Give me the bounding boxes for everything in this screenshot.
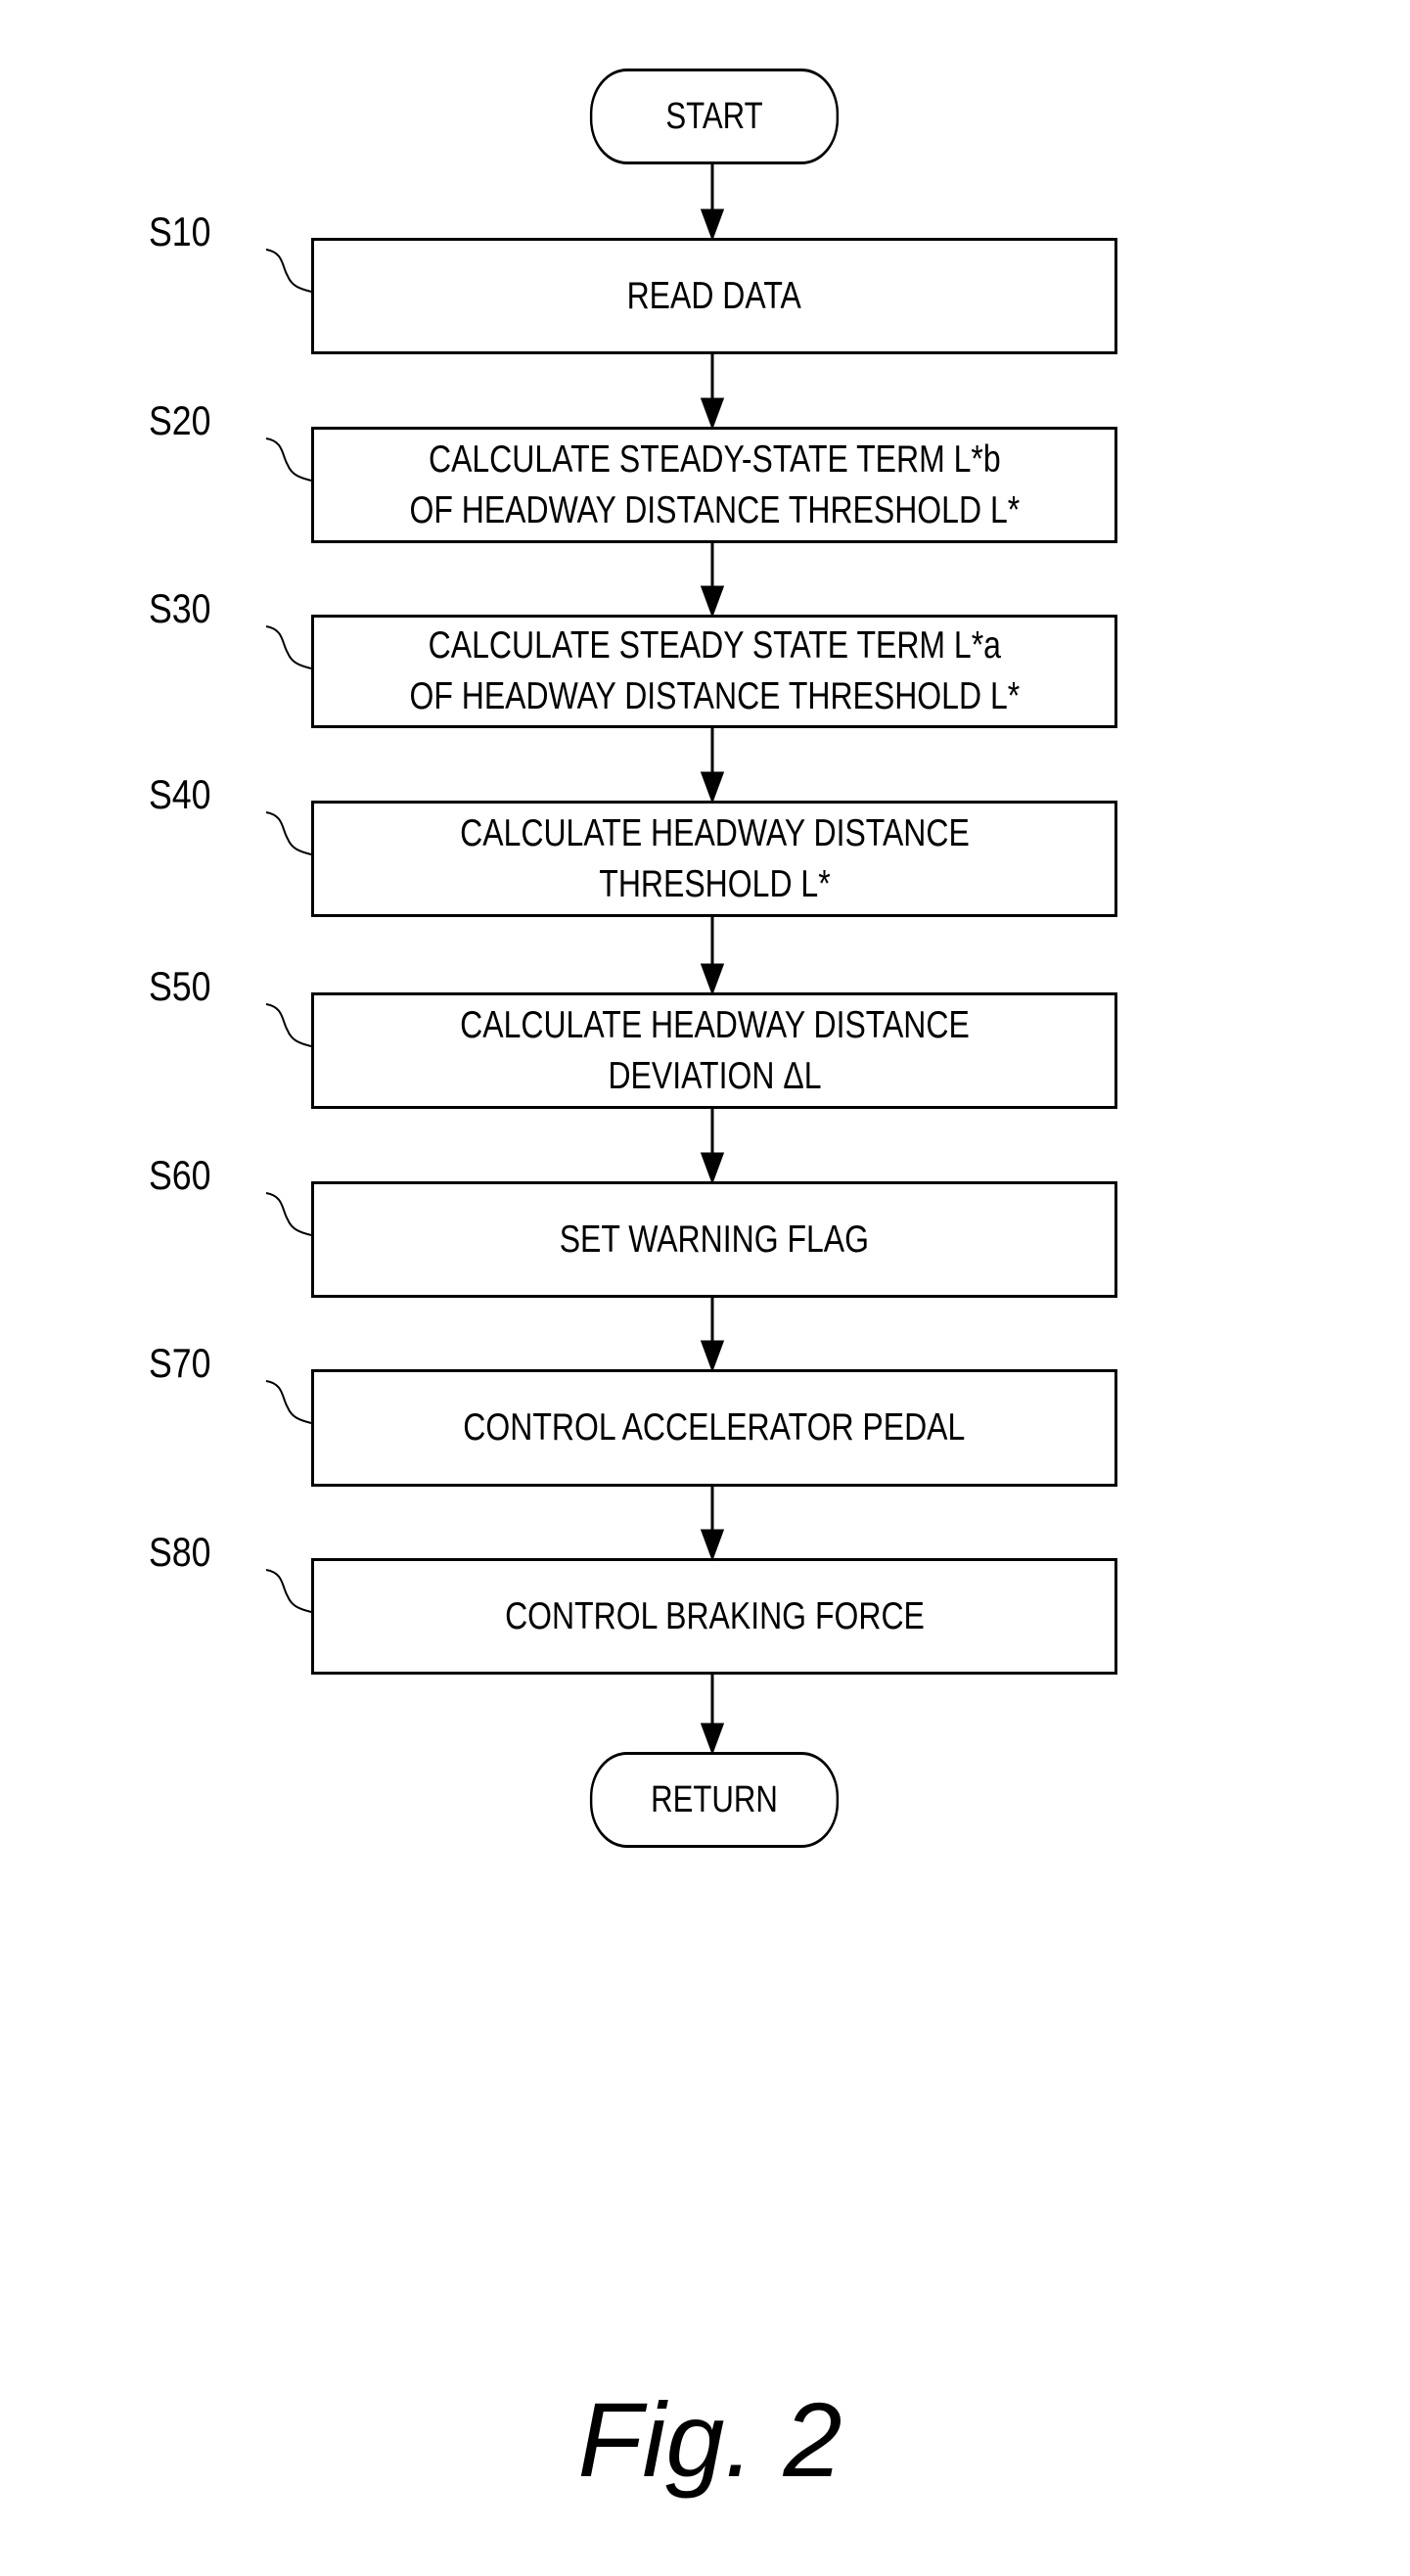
leader-line-s30 (265, 625, 312, 669)
step-box-headway-threshold: CALCULATE HEADWAY DISTANCE THRESHOLD L* (311, 801, 1117, 917)
figure-caption: Fig. 2 (0, 2378, 1410, 2501)
step-id-s70: S70 (149, 1340, 211, 1386)
arrowhead (700, 208, 725, 242)
step-box-steady-state-term-la: CALCULATE STEADY STATE TERM L*a OF HEADW… (311, 615, 1117, 728)
step-box-steady-state-term-lb: CALCULATE STEADY-STATE TERM L*b OF HEADW… (311, 427, 1117, 543)
arrowhead (700, 1529, 725, 1562)
step-box-headway-deviation: CALCULATE HEADWAY DISTANCE DEVIATION ΔL (311, 992, 1117, 1109)
leader-line-s50 (265, 1003, 312, 1047)
step-id-s20: S20 (149, 397, 211, 443)
step-text: CALCULATE HEADWAY DISTANCE DEVIATION ΔL (459, 1003, 970, 1097)
step-text: CALCULATE STEADY STATE TERM L*a OF HEADW… (409, 624, 1020, 717)
step-id-s40: S40 (149, 771, 211, 817)
step-box-read-data: READ DATA (311, 238, 1117, 354)
figure-caption-text: Fig. 2 (577, 2380, 842, 2499)
step-id-s50: S50 (149, 963, 211, 1009)
leader-line-s10 (265, 249, 312, 293)
step-text: SET WARNING FLAG (559, 1218, 870, 1261)
step-id-s60: S60 (149, 1152, 211, 1198)
step-box-warning-flag: SET WARNING FLAG (311, 1181, 1117, 1298)
leader-line-s40 (265, 811, 312, 855)
step-text: CONTROL BRAKING FORCE (504, 1594, 925, 1637)
step-id-s80: S80 (149, 1529, 211, 1575)
start-label: START (665, 95, 763, 137)
arrowhead (700, 397, 725, 431)
arrowhead (700, 771, 725, 805)
step-box-braking-force: CONTROL BRAKING FORCE (311, 1558, 1117, 1675)
step-text: READ DATA (626, 274, 802, 317)
leader-line-s20 (265, 437, 312, 482)
return-label: RETURN (651, 1778, 778, 1820)
arrowhead (700, 1340, 725, 1373)
return-terminal: RETURN (589, 1752, 840, 1848)
step-text: CALCULATE HEADWAY DISTANCE THRESHOLD L* (459, 811, 970, 905)
arrowhead (700, 585, 725, 619)
step-id-s10: S10 (149, 208, 211, 254)
leader-line-s80 (265, 1569, 312, 1613)
arrowhead (700, 1152, 725, 1185)
step-id-s30: S30 (149, 585, 211, 631)
arrowhead (700, 1723, 725, 1756)
step-text: CALCULATE STEADY-STATE TERM L*b OF HEADW… (409, 437, 1020, 531)
leader-line-s60 (265, 1192, 312, 1236)
step-box-accelerator-pedal: CONTROL ACCELERATOR PEDAL (311, 1369, 1117, 1487)
step-text: CONTROL ACCELERATOR PEDAL (463, 1406, 966, 1449)
leader-line-s70 (265, 1380, 312, 1424)
arrowhead (700, 963, 725, 996)
start-terminal: START (589, 69, 840, 164)
